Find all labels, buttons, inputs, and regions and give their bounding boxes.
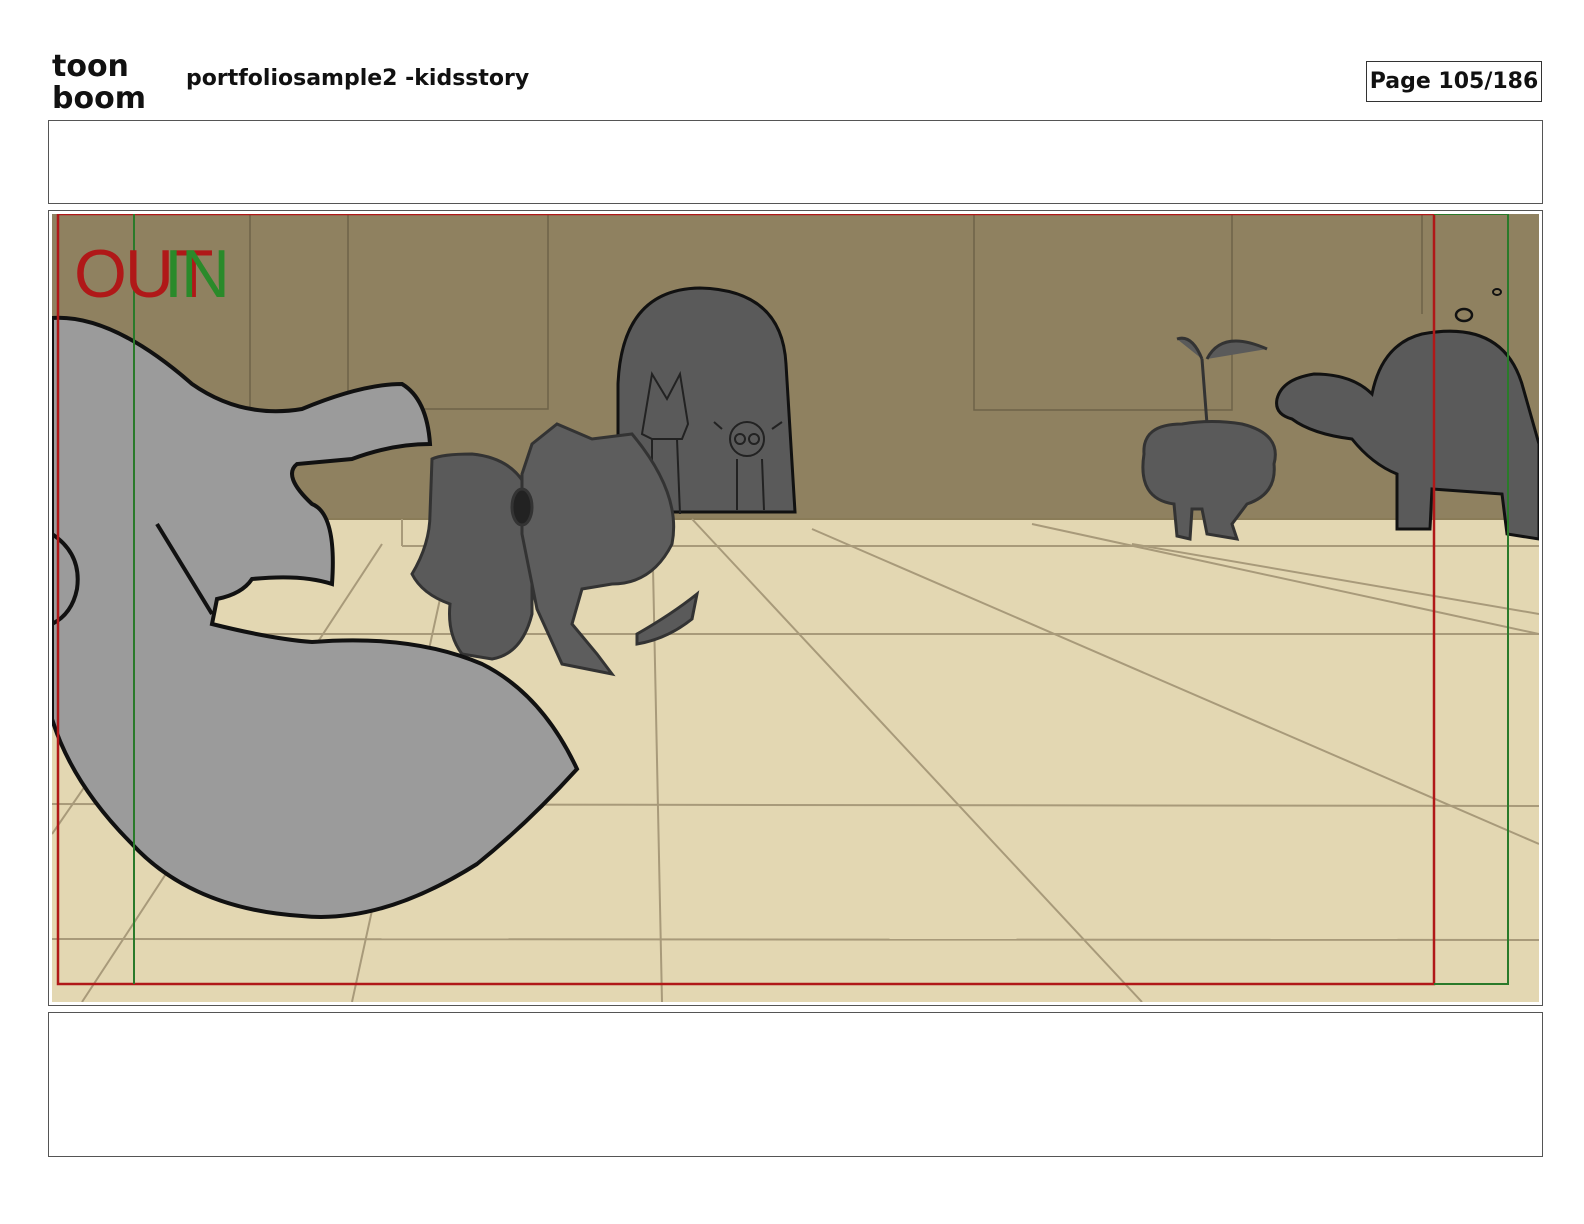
panel-artwork — [52, 214, 1539, 1002]
dialogue-box — [48, 120, 1543, 204]
page-indicator: Page 105/186 — [1366, 61, 1542, 102]
toon-boom-logo: toon boom — [52, 50, 146, 112]
logo-line-1: toon — [52, 50, 129, 84]
in-label: IN — [164, 236, 230, 312]
notes-box — [48, 1012, 1543, 1157]
storyboard-panel: OUT IN — [52, 214, 1539, 1002]
document-title: portfoliosample2 -kidsstory — [186, 66, 530, 91]
logo-line-2: boom — [52, 81, 146, 112]
